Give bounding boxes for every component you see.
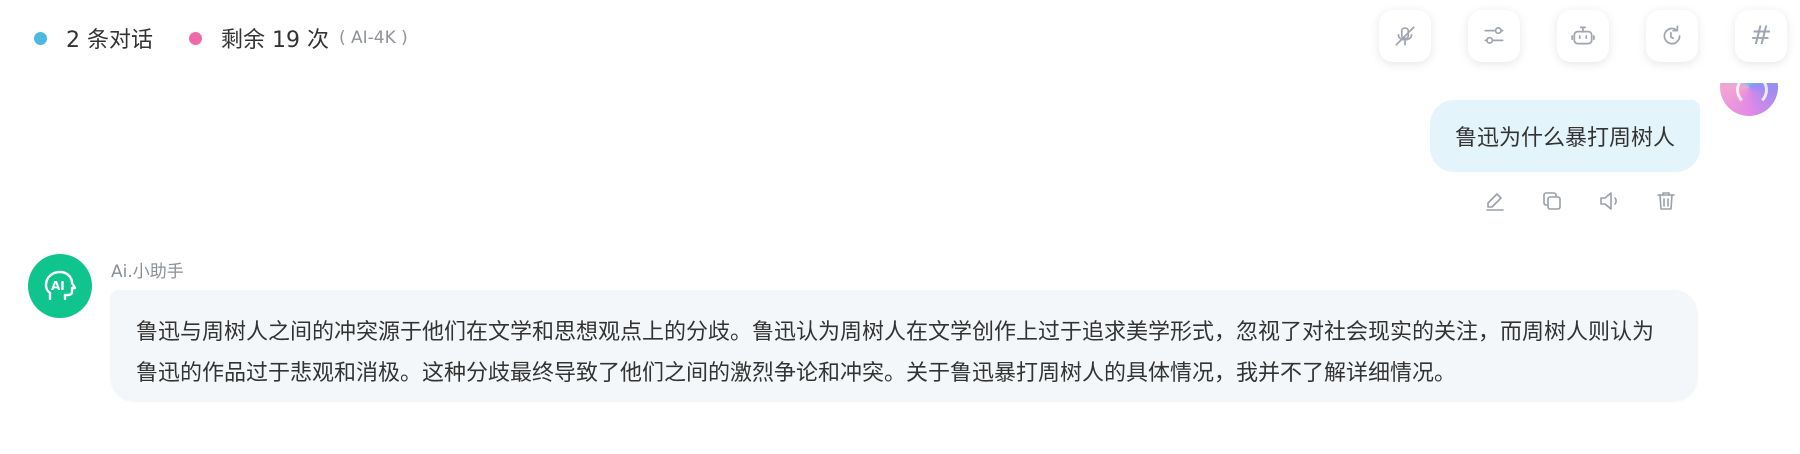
edit-icon: [1486, 193, 1504, 211]
copy-button[interactable]: [1540, 188, 1564, 214]
conversation-count: 2 条对话: [34, 22, 153, 54]
refresh-button[interactable]: [1646, 10, 1698, 62]
user-message-text: 鲁迅为什么暴打周树人: [1454, 126, 1675, 151]
hash-icon: #: [1750, 21, 1772, 51]
speaker-button[interactable]: [1597, 188, 1621, 214]
hash-button[interactable]: #: [1735, 10, 1787, 62]
header-bar: 2 条对话 剩余 19 次 ( AI-4K ) #: [0, 0, 1800, 83]
user-message-bubble: 鲁迅为什么暴打周树人: [1429, 100, 1700, 172]
assistant-avatar: AI: [28, 254, 92, 318]
chat-stats: 2 条对话 剩余 19 次 ( AI-4K ): [34, 22, 444, 54]
status-dot-icon: [34, 31, 47, 45]
assistant-name: Ai.小助手: [111, 262, 184, 282]
ai-head-icon: AI: [44, 270, 77, 301]
mute-icon: [1395, 26, 1415, 46]
remaining-count: 剩余 19 次 ( AI-4K ): [189, 22, 408, 54]
conversation-count-label: 2 条对话: [66, 28, 153, 53]
speaker-icon: [1600, 192, 1617, 210]
user-message-actions: [1450, 188, 1678, 214]
remaining-count-label: 剩余 19 次: [221, 28, 329, 53]
svg-text:AI: AI: [51, 279, 65, 293]
copy-icon: [1543, 192, 1561, 210]
robot-icon: [1571, 26, 1595, 45]
refresh-icon: [1663, 25, 1681, 45]
model-tag: ( AI-4K ): [338, 28, 408, 48]
delete-button[interactable]: [1654, 188, 1678, 214]
chat-toolbar: #: [1379, 10, 1800, 62]
edit-button[interactable]: [1483, 188, 1507, 214]
assistant-message-text: 鲁迅与周树人之间的冲突源于他们在文学和思想观点上的分歧。鲁迅认为周树人在文学创作…: [136, 320, 1655, 386]
delete-icon: [1657, 192, 1675, 210]
settings-sliders-icon: [1484, 27, 1504, 44]
settings-button[interactable]: [1468, 10, 1520, 62]
chat-page: 2 条对话 剩余 19 次 ( AI-4K ) # 鲁迅为什么暴打周树人 AI …: [0, 0, 1800, 454]
robot-button[interactable]: [1557, 10, 1609, 62]
assistant-message-bubble: 鲁迅与周树人之间的冲突源于他们在文学和思想观点上的分歧。鲁迅认为周树人在文学创作…: [110, 290, 1698, 402]
status-dot-icon: [189, 31, 202, 45]
mute-button[interactable]: [1379, 10, 1431, 62]
